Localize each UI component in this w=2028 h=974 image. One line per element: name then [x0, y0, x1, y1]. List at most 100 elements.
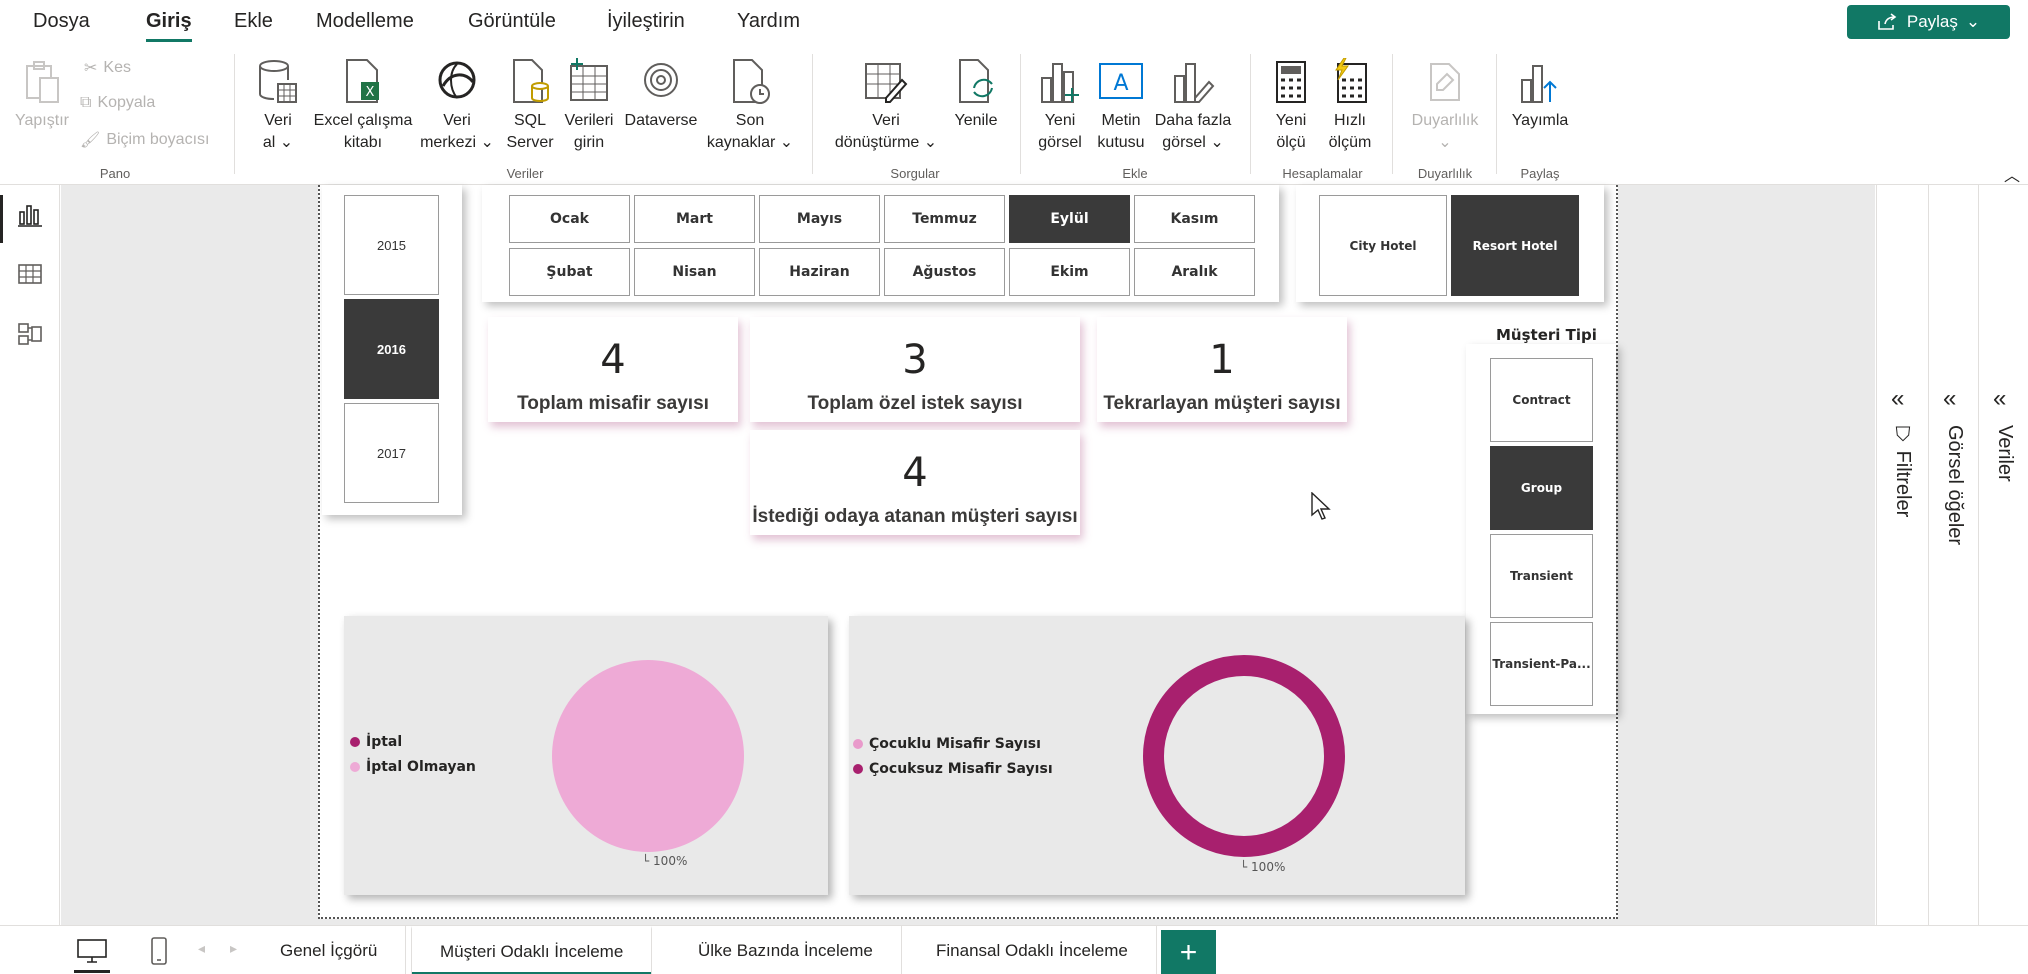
hotel-tile-resort[interactable]: Resort Hotel	[1451, 195, 1579, 296]
format-painter-button[interactable]: 🖌 Biçim boyacısı	[80, 130, 209, 150]
paste-button[interactable]: Yapıştır	[12, 60, 72, 132]
transform-label-1: Veri	[872, 112, 900, 129]
publish-button[interactable]: Yayımla	[1505, 58, 1575, 132]
menu-goruntule[interactable]: Görüntüle	[468, 10, 556, 33]
month-tile-nisan[interactable]: Nisan	[634, 248, 755, 296]
hotel-tile-city[interactable]: City Hotel	[1319, 195, 1447, 296]
month-tile-eylul[interactable]: Eylül	[1009, 195, 1130, 243]
get-data-label-1: Veri	[264, 112, 292, 129]
data-pane[interactable]: « Veriler	[1978, 185, 2028, 925]
text-box-icon: A	[1099, 63, 1143, 99]
sensitivity-button[interactable]: Duyarlılık ⌄	[1400, 58, 1490, 154]
kpi-label: Toplam misafir sayısı	[517, 393, 709, 414]
year-slicer: 2015 2016 2017	[322, 185, 462, 515]
excel-workbook-button[interactable]: X Excel çalışma kitabı	[308, 58, 418, 154]
cancellation-pie-chart[interactable]: İptal İptal Olmayan └ 100%	[344, 616, 828, 895]
page-tab-finansal-odakli[interactable]: Finansal Odaklı İnceleme	[908, 926, 1157, 974]
pie-data-label-text: 100%	[653, 854, 688, 868]
dataverse-icon	[644, 63, 678, 97]
filters-pane-title: ⛉ Filtreler	[1891, 425, 1914, 517]
report-view-icon[interactable]	[17, 202, 43, 228]
more-visuals-button[interactable]: Daha fazla görsel ⌄	[1150, 58, 1236, 154]
customer-type-tile-group[interactable]: Group	[1490, 446, 1593, 530]
customer-type-tile-transient[interactable]: Transient	[1490, 534, 1593, 618]
menu-iyilestirin[interactable]: İyileştirin	[607, 10, 685, 33]
menu-bar: Dosya Giriş Ekle Modelleme Görüntüle İyi…	[0, 0, 2028, 44]
text-box-button[interactable]: A Metin kutusu	[1090, 58, 1152, 154]
pie-slice-i̇ptal-olmayan[interactable]	[552, 660, 744, 852]
menu-modelleme[interactable]: Modelleme	[316, 10, 414, 33]
menu-ekle[interactable]: Ekle	[234, 10, 273, 33]
group-separator	[1392, 54, 1393, 174]
new-measure-button[interactable]: Yeni ölçü	[1262, 58, 1320, 154]
model-view-icon[interactable]	[17, 321, 43, 347]
year-tile-2017[interactable]: 2017	[344, 403, 439, 503]
recent-sources-icon	[733, 59, 770, 104]
year-tile-2015[interactable]: 2015	[344, 195, 439, 295]
kpi-card-assigned-room: 4 İstediği odaya atanan müşteri sayısı	[750, 430, 1080, 535]
get-data-button[interactable]: Veri al ⌄	[248, 58, 308, 154]
sensitivity-label: Duyarlılık	[1411, 112, 1479, 129]
refresh-label: Yenile	[954, 112, 998, 129]
svg-text:A: A	[1113, 71, 1128, 96]
copy-label: Kopyala	[97, 94, 156, 111]
refresh-button[interactable]: Yenile	[946, 58, 1006, 132]
page-tab-genel-icgoru[interactable]: Genel İçgörü	[252, 926, 407, 974]
menu-dosya[interactable]: Dosya	[33, 10, 90, 33]
year-tile-2016[interactable]: 2016	[344, 299, 439, 399]
month-tile-temmuz[interactable]: Temmuz	[884, 195, 1005, 243]
children-donut-chart[interactable]: Çocuklu Misafir Sayısı Çocuksuz Misafir …	[849, 616, 1465, 895]
month-tile-mayis[interactable]: Mayıs	[759, 195, 880, 243]
cut-button[interactable]: ✂ Kes	[84, 58, 131, 78]
chevron-down-icon: ⌄	[1210, 134, 1224, 151]
month-tile-aralik[interactable]: Aralık	[1134, 248, 1255, 296]
visuals-pane[interactable]: « Görsel öğeler	[1928, 185, 1978, 925]
group-separator	[234, 54, 235, 174]
share-button[interactable]: Paylaş ⌄	[1847, 5, 2010, 39]
expand-visuals-icon[interactable]: «	[1943, 385, 1956, 413]
new-visual-label-2: görsel	[1038, 134, 1082, 151]
expand-filters-icon[interactable]: «	[1891, 385, 1904, 413]
desktop-layout-icon[interactable]	[76, 938, 108, 964]
customer-type-tile-transient-party[interactable]: Transient-Pa...	[1490, 622, 1593, 706]
month-tile-haziran[interactable]: Haziran	[759, 248, 880, 296]
table-view-icon[interactable]	[17, 261, 43, 287]
customer-type-tile-contract[interactable]: Contract	[1490, 358, 1593, 442]
enter-data-button[interactable]: Verileri girin	[558, 58, 620, 154]
paste-label: Yapıştır	[15, 112, 69, 129]
expand-data-icon[interactable]: «	[1993, 385, 2006, 413]
scroll-left-icon[interactable]: ◂	[198, 940, 205, 957]
data-hub-button[interactable]: Veri merkezi ⌄	[415, 58, 499, 154]
menu-giris[interactable]: Giriş	[146, 10, 192, 42]
database-icon	[259, 60, 297, 103]
page-tab-bar: ◂ ▸ Genel İçgörü Müşteri Odaklı İnceleme…	[0, 925, 2028, 974]
recent-sources-button[interactable]: Son kaynaklar ⌄	[700, 58, 800, 154]
kpi-value: 4	[902, 450, 928, 496]
month-tile-ekim[interactable]: Ekim	[1009, 248, 1130, 296]
copy-button[interactable]: ⧉ Kopyala	[80, 94, 155, 112]
page-tab-musteri-odakli[interactable]: Müşteri Odaklı İnceleme	[411, 926, 653, 974]
new-visual-button[interactable]: Yeni görsel	[1030, 58, 1090, 154]
month-tile-agustos[interactable]: Ağustos	[884, 248, 1005, 296]
add-page-button[interactable]: +	[1161, 930, 1216, 974]
transform-data-button[interactable]: Veri dönüştürme ⌄	[826, 58, 946, 154]
sql-server-button[interactable]: SQL Server	[502, 58, 558, 154]
month-tile-mart[interactable]: Mart	[634, 195, 755, 243]
pie-slice-çocuksuz-misafir-sayısı[interactable]	[1143, 655, 1345, 857]
dataverse-button[interactable]: Dataverse	[620, 58, 702, 132]
month-slicer: Ocak Mart Mayıs Temmuz Eylül Kasım Şubat…	[482, 185, 1279, 302]
quick-measure-button[interactable]: Hızlı ölçüm	[1320, 58, 1380, 154]
month-tile-ocak[interactable]: Ocak	[509, 195, 630, 243]
group-separator	[1020, 54, 1021, 174]
scroll-right-icon[interactable]: ▸	[230, 940, 237, 957]
menu-yardim[interactable]: Yardım	[737, 10, 800, 33]
month-tile-kasim[interactable]: Kasım	[1134, 195, 1255, 243]
page-tab-ulke-bazinda[interactable]: Ülke Bazında İnceleme	[670, 926, 902, 974]
view-rail	[0, 185, 60, 925]
month-tile-subat[interactable]: Şubat	[509, 248, 630, 296]
mobile-layout-icon[interactable]	[150, 936, 168, 966]
quick-measure-label-1: Hızlı	[1334, 112, 1366, 129]
collapse-ribbon-icon[interactable]: ︿	[2004, 162, 2020, 186]
data-hub-icon	[438, 61, 476, 99]
filters-pane[interactable]: « ⛉ Filtreler	[1876, 185, 1928, 925]
